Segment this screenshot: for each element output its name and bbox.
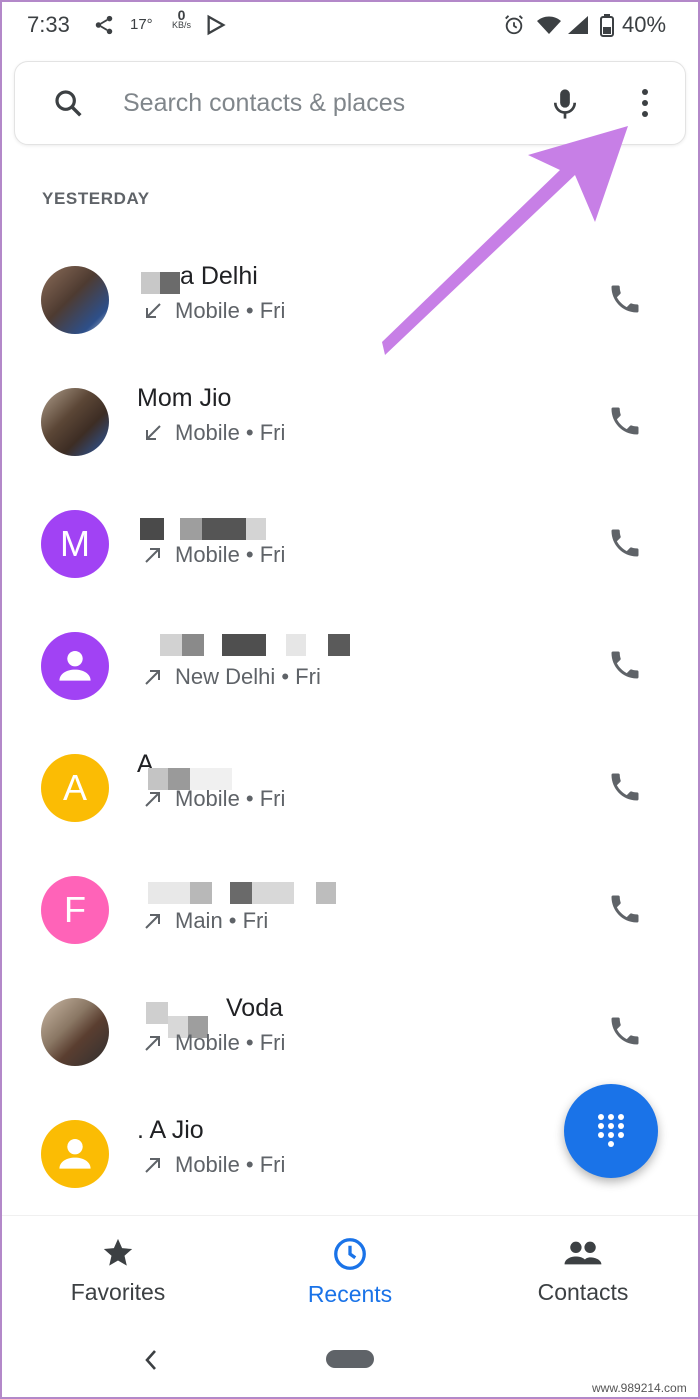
- back-icon[interactable]: [140, 1345, 164, 1375]
- call-subtitle: Mobile • Fri: [175, 1152, 286, 1177]
- phone-icon[interactable]: [607, 769, 643, 805]
- person-icon: [59, 650, 91, 681]
- call-details: Mobile • Fri: [141, 420, 285, 446]
- call-subtitle: New Delhi • Fri: [175, 664, 321, 689]
- star-icon: [103, 1238, 133, 1266]
- bottom-navigation: Favorites Recents Contacts: [0, 1215, 700, 1326]
- nav-recents[interactable]: Recents: [250, 1236, 450, 1308]
- clock-icon: [334, 1238, 366, 1270]
- outgoing-call-arrow-icon: [145, 548, 160, 563]
- call-subtitle: Mobile • Fri: [175, 420, 286, 445]
- nav-contacts-label: Contacts: [537, 1279, 629, 1305]
- contact-name: Voda: [226, 994, 284, 1022]
- watermark: www.989214.com: [592, 1381, 687, 1395]
- call-details: Main • Fri: [141, 908, 268, 934]
- call-row[interactable]: A A Mobile • Fri: [0, 750, 700, 876]
- outgoing-call-arrow-icon: [145, 1036, 160, 1051]
- phone-icon[interactable]: [607, 525, 643, 561]
- redacted-block: [252, 882, 294, 904]
- redacted-block: [246, 518, 266, 540]
- outgoing-call-arrow-icon: [145, 914, 160, 929]
- avatar: M: [41, 510, 109, 578]
- redacted-block: [328, 634, 350, 656]
- call-details: New Delhi • Fri: [141, 664, 321, 690]
- redacted-block: [286, 634, 306, 656]
- avatar-letter: F: [64, 889, 86, 930]
- phone-icon[interactable]: [607, 403, 643, 439]
- nav-favorites[interactable]: Favorites: [18, 1236, 218, 1306]
- contact-name: . A Jio: [137, 1116, 204, 1144]
- nav-contacts[interactable]: Contacts: [483, 1236, 683, 1306]
- phone-icon[interactable]: [607, 1013, 643, 1049]
- outgoing-call-arrow-icon: [145, 1158, 160, 1173]
- redacted-block: [140, 518, 164, 540]
- avatar: [41, 1120, 109, 1188]
- avatar: F: [41, 876, 109, 944]
- call-details: Mobile • Fri: [141, 1152, 285, 1178]
- avatar-letter: M: [60, 523, 90, 564]
- dialpad-icon: [598, 1114, 624, 1147]
- call-row[interactable]: F Main • Fri: [0, 876, 700, 998]
- call-subtitle: Mobile • Fri: [175, 786, 286, 811]
- call-subtitle: Mobile • Fri: [175, 542, 286, 567]
- redacted-block: [190, 882, 212, 904]
- phone-icon[interactable]: [607, 647, 643, 683]
- contacts-icon: [564, 1241, 602, 1265]
- call-details: Mobile • Fri: [141, 1030, 285, 1056]
- person-icon: [59, 1138, 91, 1169]
- redacted-block: [148, 882, 190, 904]
- dialpad-button[interactable]: [564, 1084, 658, 1178]
- redacted-block: [160, 634, 182, 656]
- outgoing-call-arrow-icon: [145, 792, 160, 807]
- home-button[interactable]: [326, 1350, 374, 1368]
- call-row[interactable]: New Delhi • Fri: [0, 632, 700, 754]
- nav-recents-label: Recents: [307, 1281, 393, 1307]
- avatar: [41, 998, 109, 1066]
- redacted-block: [182, 634, 204, 656]
- call-row[interactable]: Mom Jio Mobile • Fri: [0, 384, 700, 510]
- redacted-block: [316, 882, 336, 904]
- annotation-arrow: [382, 126, 628, 355]
- redacted-block: [222, 634, 266, 656]
- call-subtitle: Mobile • Fri: [175, 1030, 286, 1055]
- incoming-call-arrow-icon: [146, 425, 161, 440]
- redacted-block: [146, 1002, 168, 1024]
- redacted-block: [230, 882, 252, 904]
- avatar: [41, 632, 109, 700]
- redacted-block: [180, 518, 202, 540]
- avatar-letter: A: [62, 767, 87, 808]
- nav-favorites-label: Favorites: [70, 1279, 166, 1305]
- outgoing-call-arrow-icon: [145, 670, 160, 685]
- call-row[interactable]: M Mobile • Fri: [0, 510, 700, 632]
- call-details: Mobile • Fri: [141, 542, 285, 568]
- redacted-block: [202, 518, 246, 540]
- call-details: Mobile • Fri: [141, 786, 285, 812]
- avatar: A: [41, 754, 109, 822]
- phone-icon[interactable]: [607, 891, 643, 927]
- call-subtitle: Main • Fri: [175, 908, 269, 933]
